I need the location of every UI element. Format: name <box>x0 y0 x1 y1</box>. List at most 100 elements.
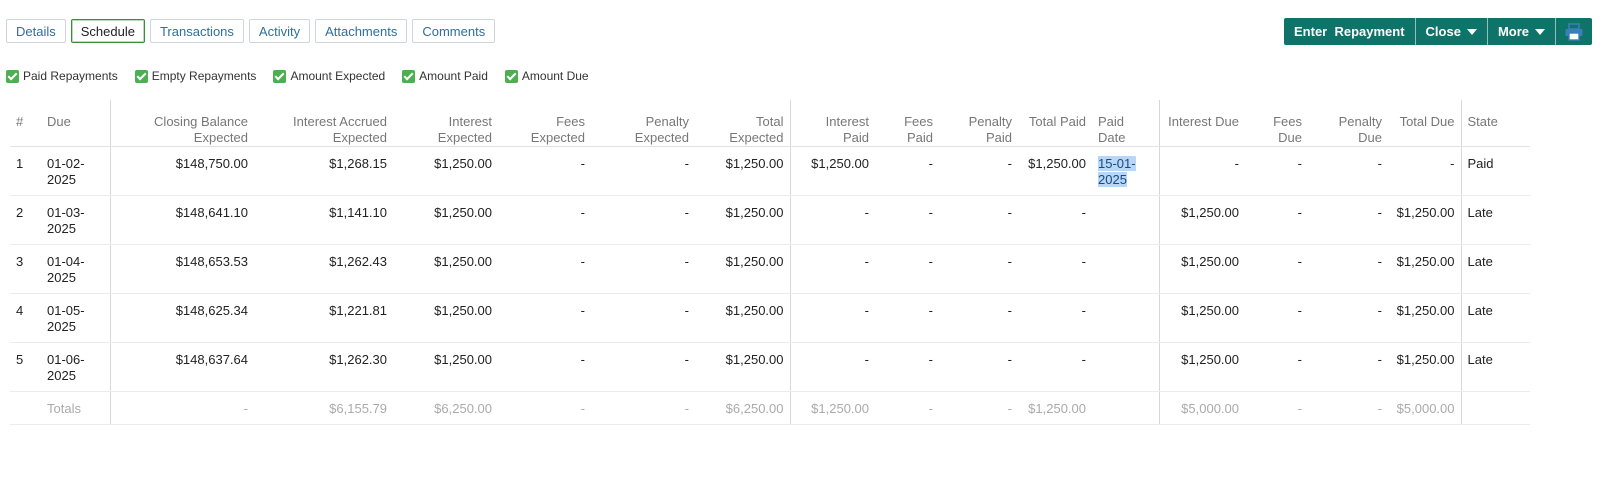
cell-closing-balance: $148,750.00 <box>110 146 254 196</box>
cell-interest-accrued: $1,221.81 <box>254 293 393 343</box>
total-interest-paid: $1,250.00 <box>790 391 875 425</box>
cell-fees-due: - <box>1245 342 1308 392</box>
filter-amount-paid[interactable]: Amount Paid <box>402 69 488 83</box>
table-row: 2 01-03-2025 $148,641.10 $1,141.10 $1,25… <box>10 195 1530 245</box>
checkbox-checked-icon[interactable] <box>504 69 518 83</box>
action-button-group: Enter Repayment Close More <box>1284 18 1593 45</box>
tab-comments[interactable]: Comments <box>412 19 496 43</box>
totals-label: Totals <box>41 391 111 425</box>
print-button[interactable] <box>1556 18 1592 45</box>
cell-num: 2 <box>10 195 41 245</box>
column-header-fees-due: Fees Due <box>1245 100 1308 147</box>
column-header-num: # <box>10 100 41 147</box>
total-penalty-paid: - <box>939 391 1018 425</box>
filter-paid-repayments[interactable]: Paid Repayments <box>6 69 118 83</box>
cell-interest-accrued: $1,262.30 <box>254 342 393 392</box>
column-header-total-due: Total Due <box>1388 100 1462 147</box>
more-label: More <box>1497 24 1530 39</box>
cell-fees-paid: - <box>875 342 939 392</box>
column-header-penalty-expected: Penalty Expected <box>591 100 695 147</box>
table-row: 5 01-06-2025 $148,637.64 $1,262.30 $1,25… <box>10 342 1530 392</box>
cell-interest-due: $1,250.00 <box>1159 244 1245 294</box>
cell-closing-balance: $148,637.64 <box>110 342 254 392</box>
cell-total-due: - <box>1388 146 1462 196</box>
table-row: 4 01-05-2025 $148,625.34 $1,221.81 $1,25… <box>10 293 1530 343</box>
filter-amount-expected[interactable]: Amount Expected <box>273 69 385 83</box>
state-badge: Late <box>1461 195 1530 245</box>
tab-transactions[interactable]: Transactions <box>149 19 244 43</box>
cell-interest-paid: $1,250.00 <box>790 146 875 196</box>
cell-paid-date: 15-01-2025 <box>1092 146 1160 196</box>
column-header-interest-accrued: Interest Accrued Expected <box>254 100 393 147</box>
close-label: Close <box>1425 24 1461 39</box>
column-header-paid-date: Paid Date <box>1092 100 1160 147</box>
cell-total-paid: - <box>1018 342 1092 392</box>
column-header-fees-expected: Fees Expected <box>498 100 591 147</box>
filter-empty-repayments[interactable]: Empty Repayments <box>134 69 256 83</box>
cell-penalty-expected: - <box>591 342 695 392</box>
state-badge: Paid <box>1461 146 1530 196</box>
more-dropdown-button[interactable]: More <box>1488 18 1557 45</box>
cell-fees-expected: - <box>498 342 591 392</box>
cell-interest-paid: - <box>790 293 875 343</box>
filter-amount-due[interactable]: Amount Due <box>504 69 589 83</box>
cell-interest-due: $1,250.00 <box>1159 293 1245 343</box>
table-row: 1 01-02-2025 $148,750.00 $1,268.15 $1,25… <box>10 146 1530 196</box>
cell-paid-date <box>1092 195 1160 245</box>
cell-interest-paid: - <box>790 195 875 245</box>
cell-interest-expected: $1,250.00 <box>393 244 498 294</box>
cell-paid-date <box>1092 244 1160 294</box>
table-header-row: # Due Closing Balance Expected Interest … <box>10 100 1530 147</box>
column-header-state: State <box>1461 100 1530 147</box>
filter-label: Amount Paid <box>419 69 488 83</box>
cell-penalty-due: - <box>1308 342 1388 392</box>
cell-penalty-due: - <box>1308 146 1388 196</box>
cell-total-paid: - <box>1018 195 1092 245</box>
tab-activity[interactable]: Activity <box>248 19 311 43</box>
cell-num: 5 <box>10 342 41 392</box>
cell-penalty-expected: - <box>591 146 695 196</box>
cell-penalty-due: - <box>1308 293 1388 343</box>
filter-checkboxes: Paid Repayments Empty Repayments Amount … <box>6 69 589 83</box>
chevron-down-icon <box>1466 28 1477 35</box>
column-header-fees-paid: Fees Paid <box>875 100 939 147</box>
cell-closing-balance: $148,625.34 <box>110 293 254 343</box>
checkbox-checked-icon[interactable] <box>402 69 416 83</box>
filter-label: Paid Repayments <box>23 69 118 83</box>
tab-attachments[interactable]: Attachments <box>315 19 408 43</box>
cell-paid-date <box>1092 293 1160 343</box>
cell-penalty-expected: - <box>591 195 695 245</box>
cell-penalty-due: - <box>1308 244 1388 294</box>
enter-repayment-button[interactable]: Enter Repayment <box>1284 18 1416 45</box>
cell-interest-paid: - <box>790 244 875 294</box>
total-penalty-expected: - <box>591 391 695 425</box>
cell-total-expected: $1,250.00 <box>695 293 791 343</box>
cell-penalty-paid: - <box>939 293 1018 343</box>
cell-total-due: $1,250.00 <box>1388 244 1462 294</box>
cell-fees-paid: - <box>875 195 939 245</box>
tab-details[interactable]: Details <box>6 19 66 43</box>
tab-bar: Details Schedule Transactions Activity A… <box>6 19 496 43</box>
total-paid-date <box>1092 391 1160 425</box>
cell-fees-paid: - <box>875 146 939 196</box>
cell-total-expected: $1,250.00 <box>695 244 791 294</box>
cell-total-due: $1,250.00 <box>1388 195 1462 245</box>
cell-num: 3 <box>10 244 41 294</box>
column-header-total-expected: Total Expected <box>695 100 791 147</box>
printer-icon <box>1565 22 1583 41</box>
checkbox-checked-icon[interactable] <box>273 69 287 83</box>
close-dropdown-button[interactable]: Close <box>1416 18 1488 45</box>
state-badge: Late <box>1461 342 1530 392</box>
table-row: 3 01-04-2025 $148,653.53 $1,262.43 $1,25… <box>10 244 1530 294</box>
total-closing-balance: - <box>110 391 254 425</box>
cell-penalty-expected: - <box>591 293 695 343</box>
cell-total-paid: - <box>1018 293 1092 343</box>
cell-interest-expected: $1,250.00 <box>393 146 498 196</box>
checkbox-checked-icon[interactable] <box>6 69 19 83</box>
cell-interest-accrued: $1,141.10 <box>254 195 393 245</box>
cell-total-paid: - <box>1018 244 1092 294</box>
tab-schedule[interactable]: Schedule <box>70 19 145 43</box>
state-badge: Late <box>1461 293 1530 343</box>
checkbox-checked-icon[interactable] <box>134 69 148 83</box>
cell-total-paid: $1,250.00 <box>1018 146 1092 196</box>
